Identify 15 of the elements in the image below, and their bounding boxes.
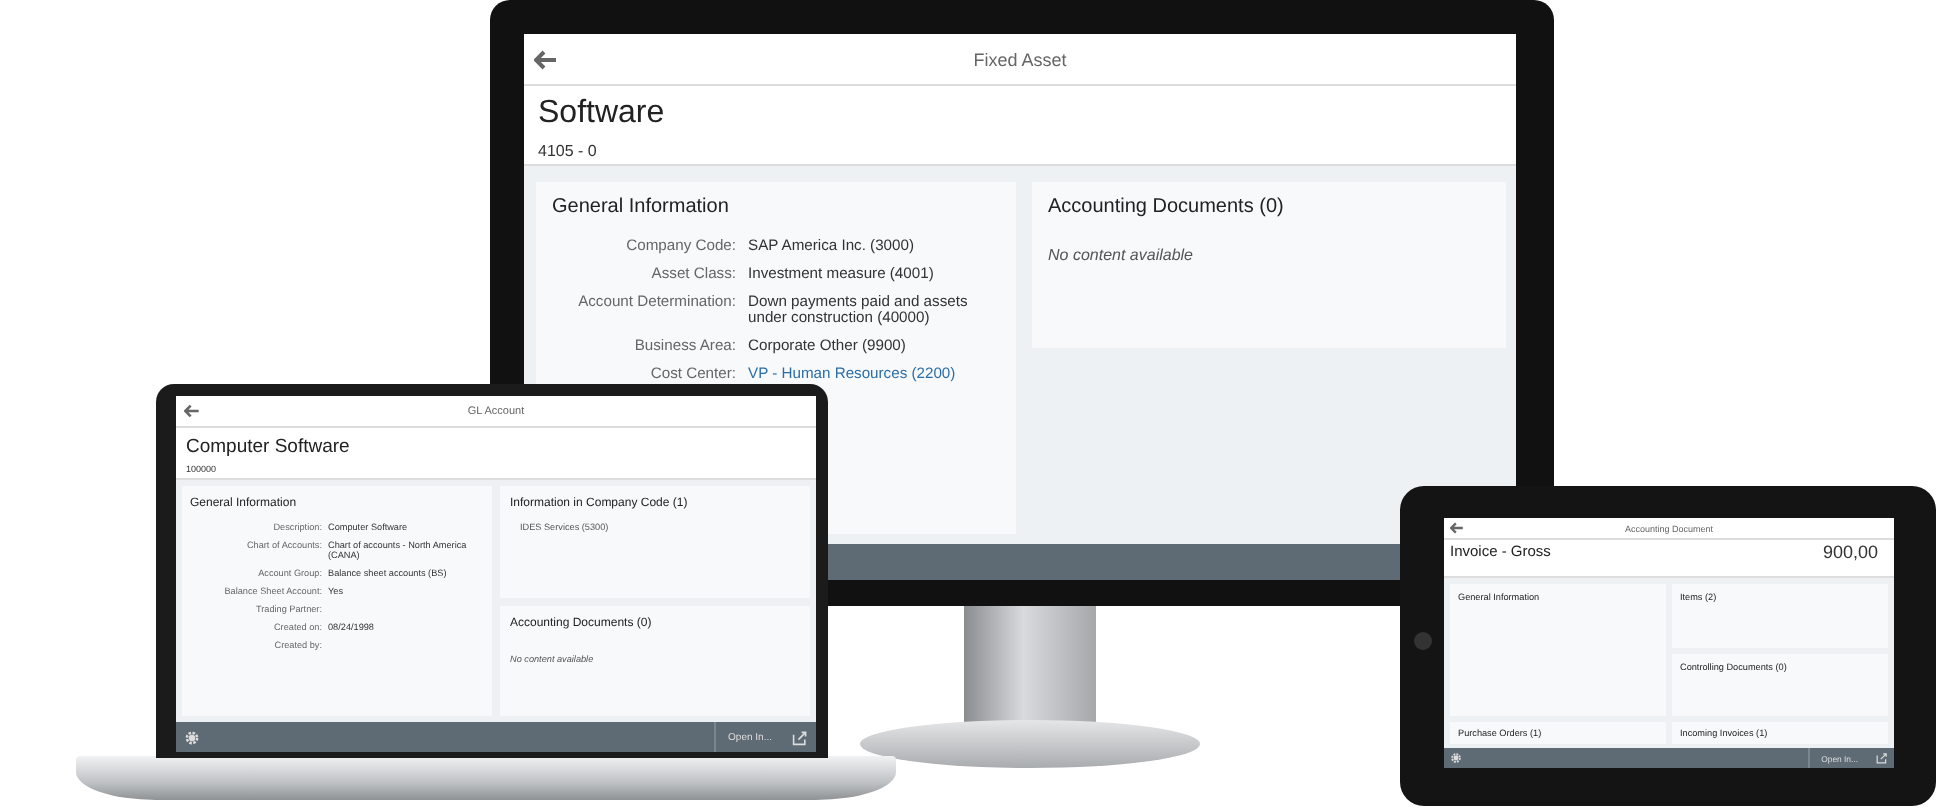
empty-message: No content available [1048,246,1195,264]
section-title: Accounting Documents (0) [1048,196,1286,218]
amount-value: 900,00 [1822,542,1878,566]
object-title: Computer Software [186,436,352,458]
back-icon[interactable] [184,404,200,418]
object-id: 4105 - 0 [538,142,599,160]
settings-icon[interactable] [1450,752,1462,764]
object-title: Software [538,96,667,132]
section-title: General Information [552,196,731,218]
back-icon[interactable] [1450,522,1464,534]
share-icon[interactable] [1876,752,1888,764]
share-icon[interactable] [792,729,808,745]
back-icon[interactable] [534,49,558,69]
settings-icon[interactable] [184,729,200,745]
window-title: Fixed Asset [973,49,1067,69]
